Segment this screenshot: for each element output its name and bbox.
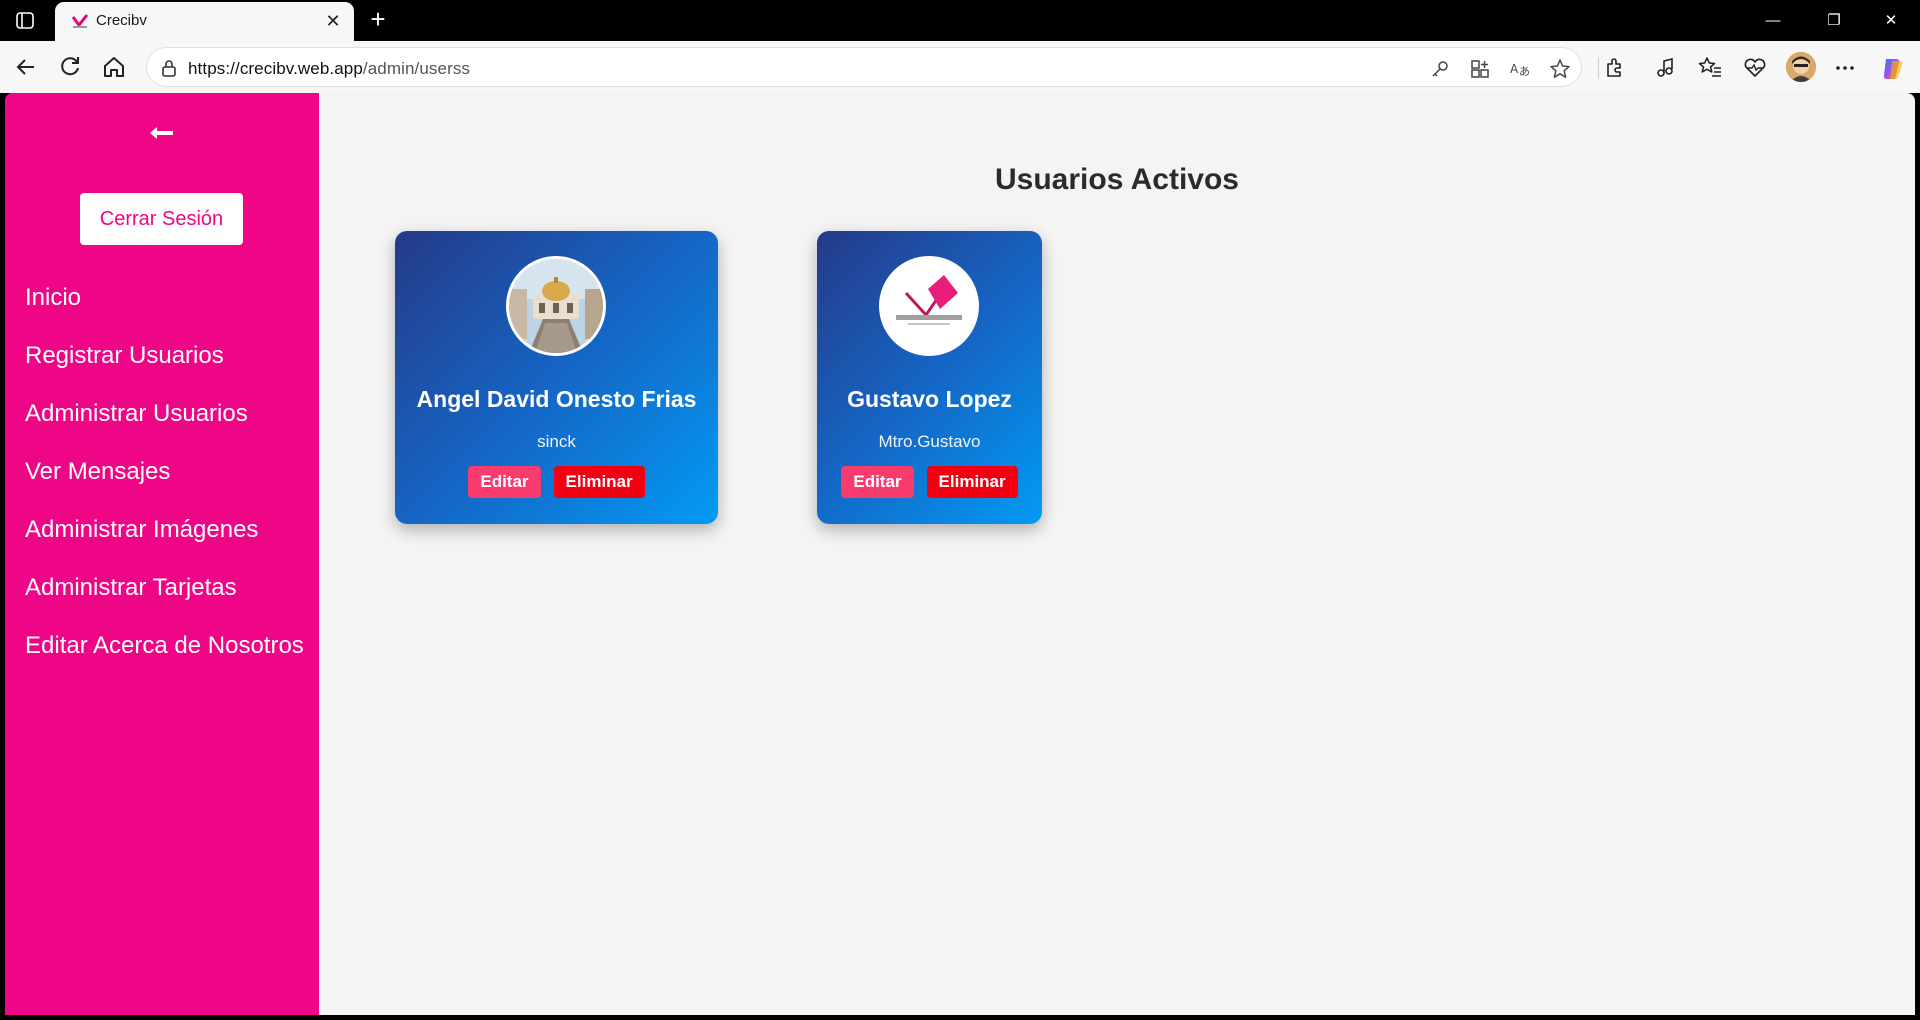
sidebar-item-ver-mensajes[interactable]: Ver Mensajes bbox=[25, 452, 305, 491]
edit-user-button[interactable]: Editar bbox=[841, 466, 914, 498]
delete-user-button[interactable]: Eliminar bbox=[553, 466, 645, 498]
copilot-icon[interactable] bbox=[1878, 55, 1904, 81]
sidebar-item-administrar-usuarios[interactable]: Administrar Usuarios bbox=[25, 394, 305, 433]
logout-button[interactable]: Cerrar Sesión bbox=[80, 193, 243, 245]
sidebar-item-editar-acerca-de-nosotros[interactable]: Editar Acerca de Nosotros bbox=[25, 626, 305, 665]
back-arrow-icon[interactable] bbox=[147, 123, 177, 143]
toolbar-divider bbox=[1598, 57, 1599, 79]
browser-titlebar: Crecibv ✕ + — ❐ ✕ bbox=[0, 0, 1920, 41]
svg-text:A: A bbox=[1510, 62, 1519, 76]
home-icon[interactable] bbox=[100, 53, 128, 81]
user-card: Angel David Onesto Frias sinck Editar El… bbox=[395, 231, 718, 524]
browser-toolbar: https://crecibv.web.app/admin/userss Aあ bbox=[0, 41, 1920, 93]
refresh-icon[interactable] bbox=[56, 53, 84, 81]
url-text[interactable]: https://crecibv.web.app/admin/userss bbox=[188, 59, 470, 79]
user-role: Mtro.Gustavo bbox=[878, 432, 981, 451]
page-viewport: Cerrar Sesión Inicio Registrar Usuarios … bbox=[5, 93, 1915, 1015]
favorite-star-icon[interactable] bbox=[1549, 58, 1571, 80]
favorites-icon[interactable] bbox=[1697, 55, 1723, 81]
user-name: Angel David Onesto Frias bbox=[416, 386, 697, 412]
crecibv-favicon-icon bbox=[70, 12, 90, 30]
key-icon[interactable] bbox=[1429, 58, 1451, 80]
sidebar-item-administrar-tarjetas[interactable]: Administrar Tarjetas bbox=[25, 568, 305, 607]
tab-title: Crecibv bbox=[96, 12, 147, 29]
sidebar-toggle-icon[interactable] bbox=[12, 10, 38, 32]
url-host: https://crecibv.web.app bbox=[188, 59, 363, 78]
new-tab-icon[interactable]: + bbox=[364, 6, 392, 34]
translate-icon[interactable]: Aあ bbox=[1509, 58, 1531, 80]
profile-avatar[interactable] bbox=[1786, 52, 1816, 82]
svg-text:あ: あ bbox=[1519, 65, 1530, 78]
address-bar[interactable]: https://crecibv.web.app/admin/userss Aあ bbox=[146, 47, 1582, 87]
url-path: /admin/userss bbox=[362, 59, 471, 78]
user-role: sinck bbox=[537, 432, 576, 451]
apps-icon[interactable] bbox=[1469, 58, 1491, 80]
sidebar-item-administrar-imagenes[interactable]: Administrar Imágenes bbox=[25, 510, 305, 549]
more-icon[interactable] bbox=[1832, 55, 1858, 81]
media-icon[interactable] bbox=[1652, 55, 1678, 81]
user-avatar bbox=[879, 256, 979, 356]
back-icon[interactable] bbox=[12, 53, 40, 81]
health-icon[interactable] bbox=[1742, 55, 1768, 81]
admin-sidebar: Cerrar Sesión Inicio Registrar Usuarios … bbox=[5, 93, 319, 1015]
page-title: Usuarios Activos bbox=[995, 163, 1239, 196]
sidebar-nav: Inicio Registrar Usuarios Administrar Us… bbox=[25, 278, 305, 684]
user-actions: Editar Eliminar bbox=[395, 466, 718, 498]
user-card: Gustavo Lopez Mtro.Gustavo Editar Elimin… bbox=[817, 231, 1042, 524]
close-window-icon[interactable]: ✕ bbox=[1868, 0, 1914, 41]
delete-user-button[interactable]: Eliminar bbox=[926, 466, 1018, 498]
user-avatar bbox=[506, 256, 606, 356]
minimize-icon[interactable]: — bbox=[1750, 0, 1796, 41]
restore-icon[interactable]: ❐ bbox=[1811, 0, 1857, 41]
sidebar-item-inicio[interactable]: Inicio bbox=[25, 278, 305, 317]
lock-icon[interactable] bbox=[159, 58, 179, 78]
user-actions: Editar Eliminar bbox=[817, 466, 1042, 498]
sidebar-item-registrar-usuarios[interactable]: Registrar Usuarios bbox=[25, 336, 305, 375]
edit-user-button[interactable]: Editar bbox=[468, 466, 541, 498]
extensions-icon[interactable] bbox=[1601, 55, 1627, 81]
user-name: Gustavo Lopez bbox=[847, 386, 1012, 412]
browser-tab[interactable]: Crecibv ✕ bbox=[55, 2, 354, 41]
tab-close-icon[interactable]: ✕ bbox=[322, 10, 344, 32]
